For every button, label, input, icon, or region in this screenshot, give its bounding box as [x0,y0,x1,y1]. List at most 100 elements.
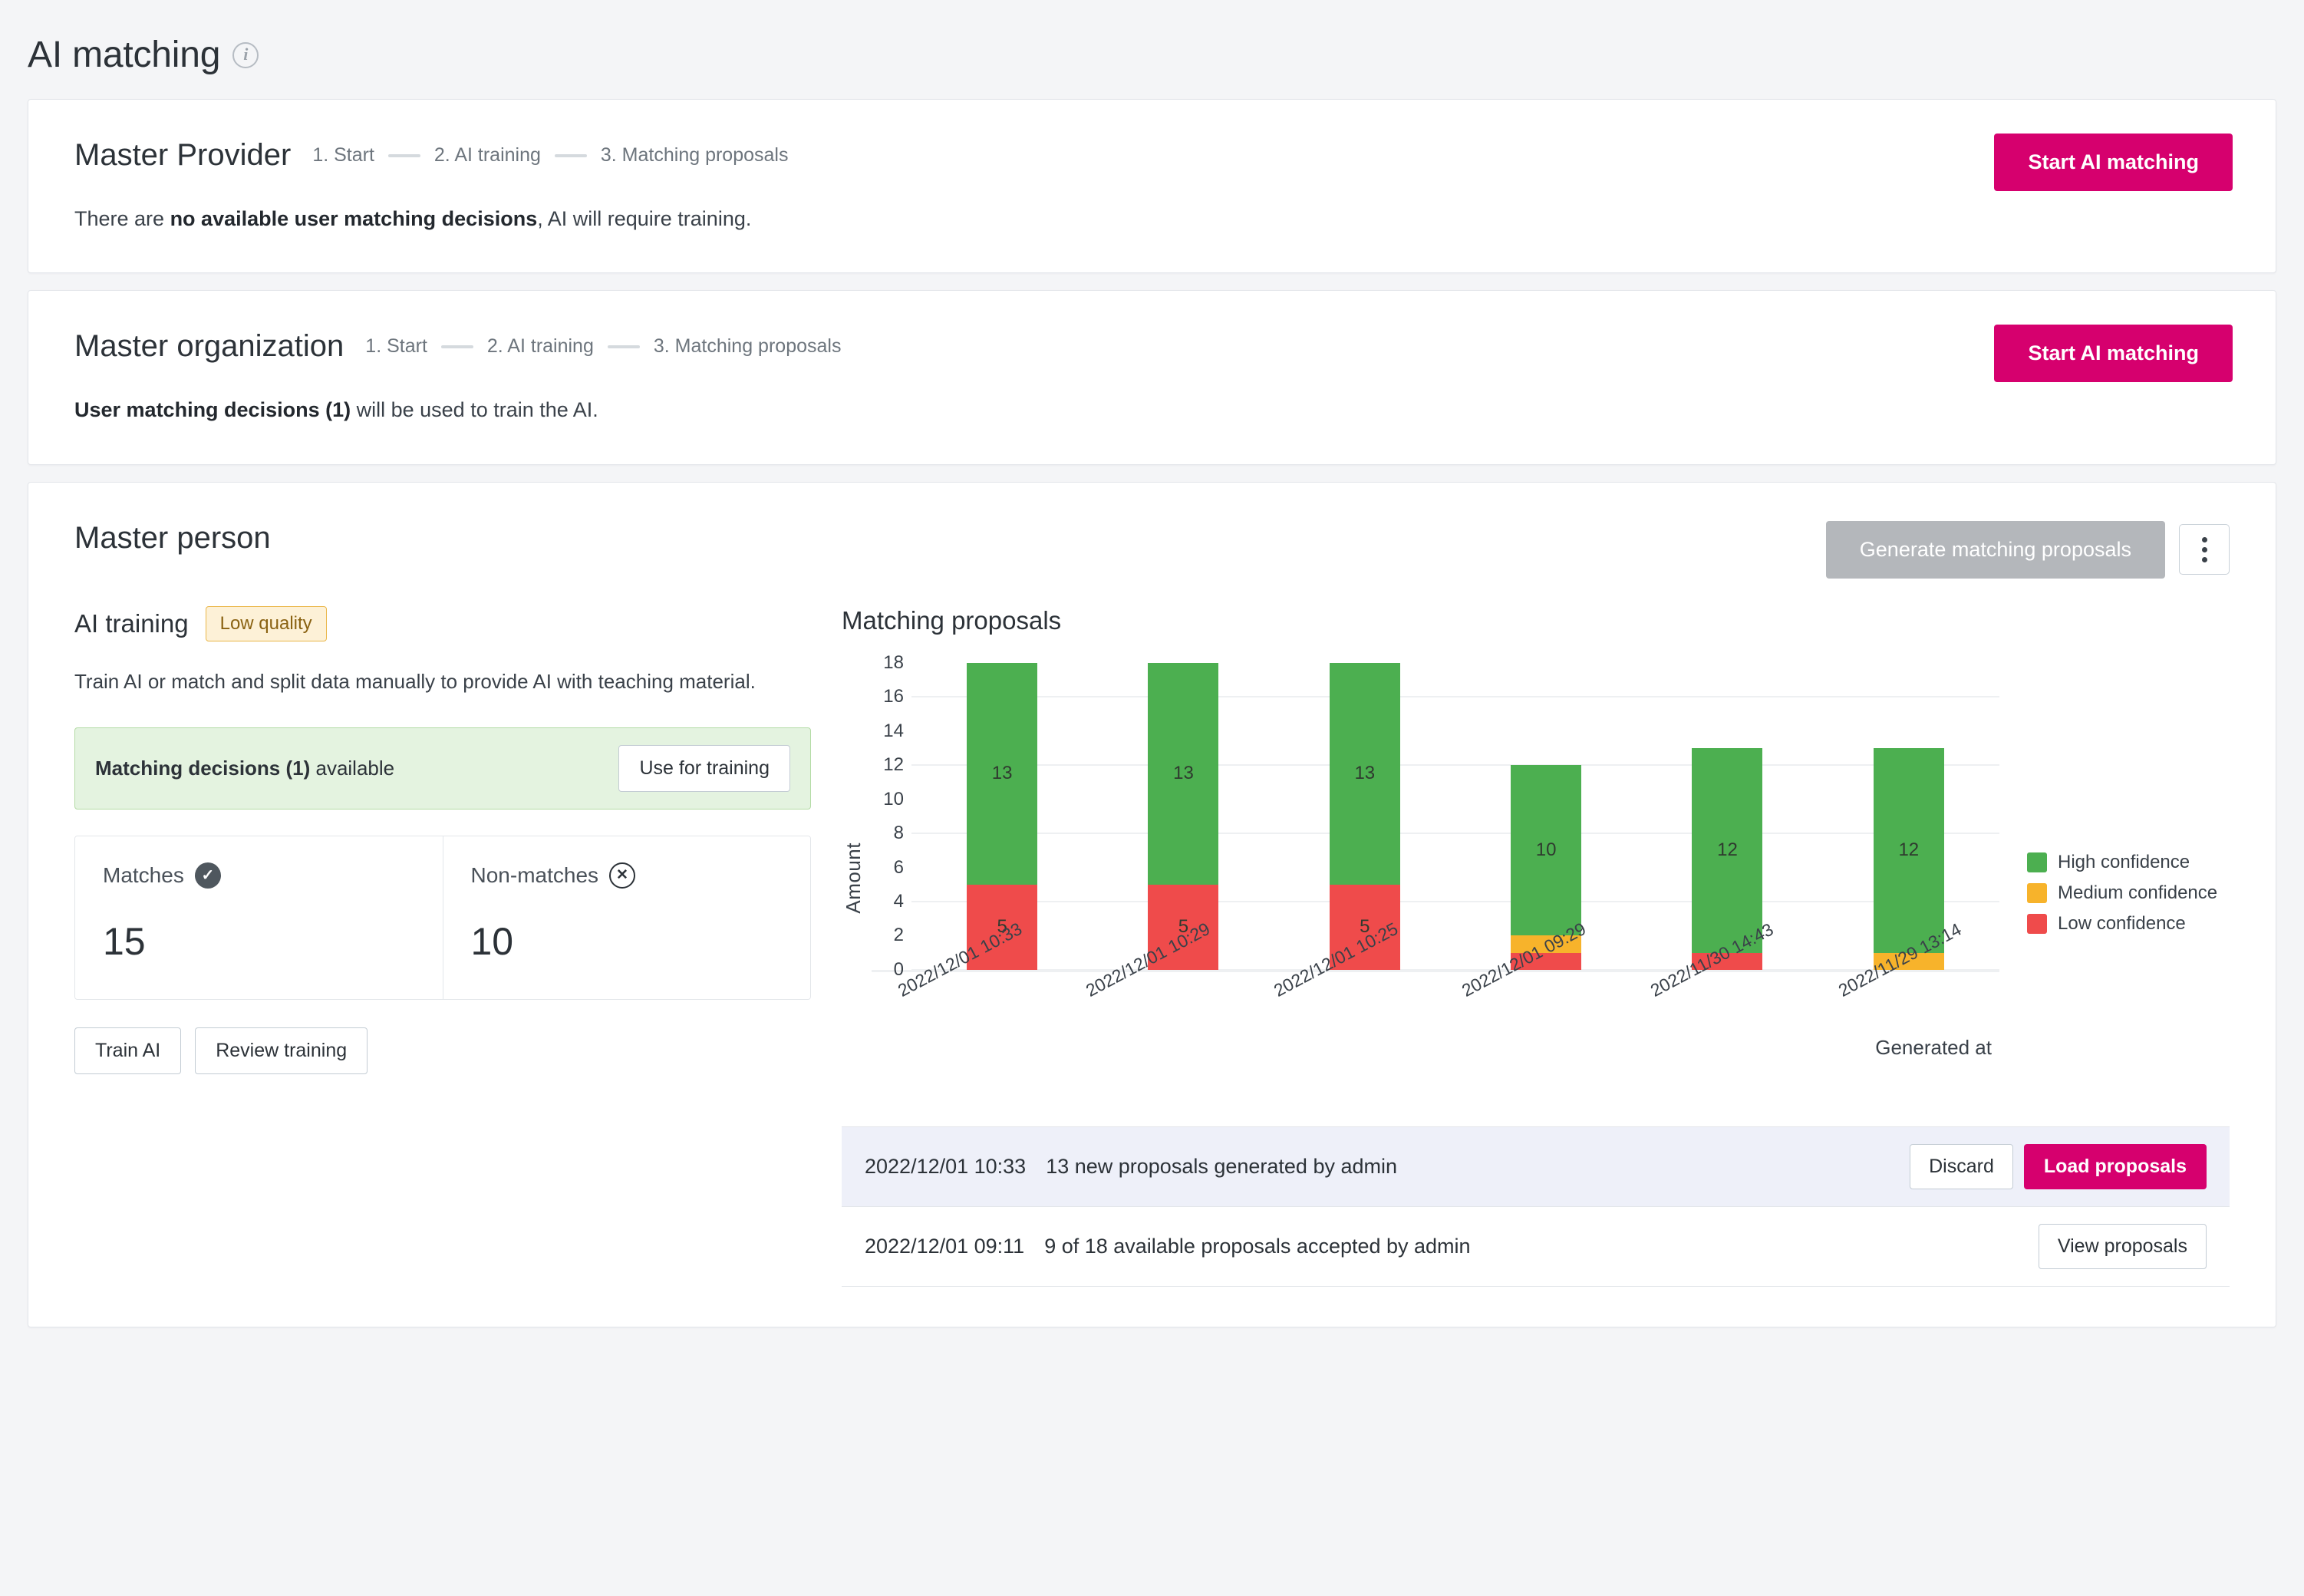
chart-bar-label: 12 [1898,839,1919,861]
master-person-title: Master person [74,521,271,556]
proposal-row-actions: View proposals [2039,1224,2207,1269]
master-provider-card: Master Provider 1. Start 2. AI training … [28,99,2276,273]
master-organization-title: Master organization [74,329,344,364]
chart-bar-segment: 13 [1330,663,1400,885]
training-buttons: Train AI Review training [74,1027,811,1074]
chart-bar-slot: 135 [1274,663,1455,970]
chart-y-tick: 18 [883,652,904,674]
ai-training-header: AI training Low quality [74,606,811,641]
load-proposals-button[interactable]: Load proposals [2024,1144,2207,1189]
master-provider-description: There are no available user matching dec… [74,205,2230,232]
step-1: 1. Start [312,144,374,167]
stat-matches-value: 15 [103,919,415,964]
stat-non-matches: Non-matches ✕ 10 [443,836,811,999]
proposals-list: 2022/12/01 10:3313 new proposals generat… [842,1126,2230,1287]
step-3: 3. Matching proposals [654,335,842,358]
use-for-training-button[interactable]: Use for training [618,745,790,792]
master-organization-card: Master organization 1. Start 2. AI train… [28,290,2276,464]
start-ai-matching-button-organization[interactable]: Start AI matching [1994,325,2233,382]
master-provider-title: Master Provider [74,138,291,173]
chart-y-tick: 4 [894,891,904,912]
desc-prefix: There are [74,207,170,230]
proposal-row: 2022/12/01 10:3313 new proposals generat… [842,1127,2230,1207]
step-2: 2. AI training [487,335,594,358]
master-person-header: Master person Generate matching proposal… [74,521,2230,579]
confidence-stacked-bar-chart: Amount 024681012141618 135135135101212 [842,663,2230,1093]
info-icon[interactable]: i [232,42,259,68]
master-organization-header: Master organization 1. Start 2. AI train… [74,329,2230,364]
chart-y-tick: 12 [883,754,904,776]
proposal-row: 2022/12/01 09:119 of 18 available propos… [842,1207,2230,1287]
proposal-description: 9 of 18 available proposals accepted by … [1044,1235,2019,1258]
chart-legend-label: Medium confidence [2058,882,2217,904]
chart-x-tick-slot: 2022/12/01 10:29 [1060,972,1248,1064]
step-connector-icon [608,345,640,348]
chart-bar-label: 10 [1536,839,1557,861]
step-connector-icon [441,345,473,348]
chart-legend-swatch [2027,852,2047,872]
review-training-button[interactable]: Review training [195,1027,368,1074]
chart-legend-item[interactable]: Medium confidence [2027,882,2230,904]
generate-matching-proposals-button[interactable]: Generate matching proposals [1826,521,2165,579]
chart-bar[interactable]: 135 [1148,663,1218,970]
proposal-timestamp: 2022/12/01 10:33 [865,1155,1026,1179]
start-ai-matching-button-provider[interactable]: Start AI matching [1994,134,2233,191]
chart-x-tick-slot: 2022/12/01 10:25 [1248,972,1435,1064]
more-vertical-icon[interactable] [2179,524,2230,575]
chart-bar-slot: 12 [1637,663,1818,970]
chart-x-axis-label: Generated at [1875,1036,1992,1060]
training-stats: Matches ✓ 15 Non-matches ✕ 10 [74,836,811,1000]
step-3: 3. Matching proposals [601,144,789,167]
stat-matches-label: Matches [103,863,184,888]
stat-non-matches-label-row: Non-matches ✕ [471,862,783,889]
matching-decisions-notice: Matching decisions (1) available Use for… [74,727,811,810]
chart-legend-item[interactable]: High confidence [2027,852,2230,873]
chart-y-tick: 2 [894,925,904,946]
page-title: AI matching [28,34,220,76]
chart-bar-label: 13 [992,763,1013,784]
chart-bar-segment: 10 [1511,765,1581,935]
step-1: 1. Start [365,335,427,358]
desc-emphasis: no available user matching decisions [170,207,538,230]
chart-x-tick-slot: 2022/12/01 10:33 [872,972,1060,1064]
chart-bar-segment: 13 [1148,663,1218,885]
chart-x-axis: 2022/12/01 10:332022/12/01 10:292022/12/… [872,972,1999,1064]
chart-bar[interactable]: 135 [967,663,1037,970]
stat-non-matches-value: 10 [471,919,783,964]
chart-y-tick: 14 [883,721,904,742]
step-connector-icon [388,154,420,157]
chart-legend-label: High confidence [2058,852,2190,873]
view-proposals-button[interactable]: View proposals [2039,1224,2207,1269]
ai-matching-page: AI matching i Master Provider 1. Start 2… [0,0,2304,1596]
desc-emphasis: User matching decisions (1) [74,398,351,421]
desc-suffix: will be used to train the AI. [351,398,598,421]
notice-emphasis: Matching decisions (1) [95,757,310,780]
chart-bar-slot: 12 [1818,663,1999,970]
step-connector-icon [555,154,587,157]
chart-plot-area: 135 135 135 10 12 12 [911,663,1999,970]
chart-bars: 135 135 135 10 12 12 [911,663,1999,970]
chart-y-tick: 10 [883,789,904,810]
x-circle-icon: ✕ [609,862,635,889]
check-circle-icon: ✓ [195,862,221,889]
chart-bar-slot: 135 [1093,663,1274,970]
discard-button[interactable]: Discard [1910,1144,2013,1189]
notice-suffix: available [310,757,394,780]
master-person-actions: Generate matching proposals [1826,521,2230,579]
stat-matches: Matches ✓ 15 [75,836,443,999]
step-2: 2. AI training [434,144,541,167]
page-header: AI matching i [0,0,2304,99]
chart-bar-segment: 12 [1874,748,1944,953]
chart-y-axis: 024681012141618 [872,663,911,970]
desc-suffix: , AI will require training. [537,207,751,230]
chart-legend: High confidence Medium confidence Low conf… [1999,852,2230,935]
master-organization-description: User matching decisions (1) will be used… [74,396,2230,424]
master-person-card: Master person Generate matching proposal… [28,482,2276,1327]
chart-legend-item[interactable]: Low confidence [2027,913,2230,935]
train-ai-button[interactable]: Train AI [74,1027,181,1074]
chart-y-axis-label: Amount [842,843,865,914]
chart-bar-slot: 135 [911,663,1093,970]
ai-training-help-text: Train AI or match and split data manuall… [74,668,765,697]
chart-bar-segment: 13 [967,663,1037,885]
proposal-row-actions: DiscardLoad proposals [1910,1144,2207,1189]
